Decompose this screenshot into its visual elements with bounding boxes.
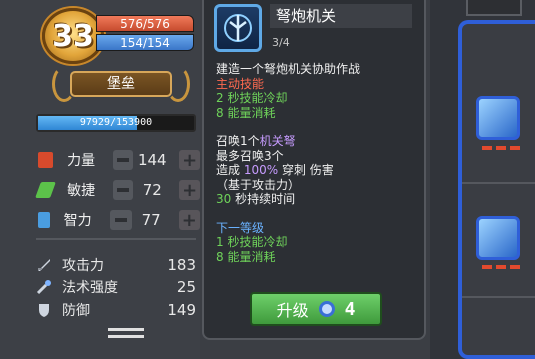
- max-summon-line: 最多召唤3个: [216, 148, 284, 163]
- description-line: 建造一个弩炮机关协助作战: [216, 62, 361, 76]
- combat-row-magic: 法术强度 25: [36, 276, 196, 297]
- stat-value: 77: [141, 211, 161, 229]
- stat-value: 144: [137, 151, 167, 169]
- upgrade-label: 升级: [276, 301, 309, 320]
- xp-bar: 97929/153900: [36, 114, 196, 132]
- divider: [36, 238, 196, 240]
- gem-icon: [318, 301, 335, 317]
- skill-slot-pips: [482, 146, 520, 150]
- energy-line: 8 能量消耗: [216, 105, 276, 120]
- stat-name: 力量: [67, 153, 96, 169]
- sword-icon: [38, 258, 50, 271]
- combat-stat-value: 25: [176, 277, 196, 296]
- skill-slot-icon[interactable]: [476, 216, 520, 260]
- upgrade-button[interactable]: 升级 4: [250, 292, 382, 326]
- summon-target: 机关弩: [259, 134, 296, 148]
- upgrade-cost: 4: [344, 298, 356, 320]
- skill-slot-pips: [482, 265, 520, 269]
- skill-list-frame: [458, 20, 535, 359]
- combat-stat-name: 防御: [62, 302, 90, 319]
- mp-bar: 154/154: [96, 34, 194, 51]
- stat-value: 72: [142, 181, 162, 199]
- increase-button[interactable]: +: [179, 150, 201, 171]
- increase-button[interactable]: +: [178, 210, 201, 231]
- cooldown-line: 2 秒技能冷却: [216, 91, 288, 105]
- hp-bar: 576/576: [96, 15, 194, 32]
- combat-row-defense: 防御 149: [36, 299, 196, 320]
- scroll-down-icon[interactable]: [108, 328, 144, 338]
- stat-name: 智力: [63, 213, 92, 229]
- combat-stat-value: 149: [167, 300, 196, 319]
- damage-line: 造成 100% 穿刺 伤害: [216, 163, 334, 177]
- skill-type: 主动技能: [216, 76, 265, 91]
- divider: [462, 182, 535, 184]
- next-energy-line: 8 能量消耗: [216, 249, 276, 264]
- fist-icon: [38, 152, 54, 168]
- decrease-button[interactable]: [112, 150, 134, 170]
- wand-icon: [36, 279, 51, 294]
- duration-line: 30 秒持续时间: [216, 192, 296, 206]
- skill-tooltip: 弩炮机关 3/4 建造一个弩炮机关协助作战 主动技能 2 秒技能冷却 8 能量消…: [202, 0, 426, 340]
- feather-icon: [35, 182, 57, 198]
- based-on-line: （基于攻击力）: [216, 177, 301, 192]
- level-number: 33: [52, 18, 94, 54]
- combat-stat-value: 183: [167, 255, 196, 274]
- xp-text: 97929/153900: [79, 117, 153, 128]
- increase-button[interactable]: +: [179, 180, 201, 201]
- skill-title: 弩炮机关: [270, 4, 412, 28]
- next-cooldown-line: 1 秒技能冷却: [216, 235, 288, 249]
- character-stats-panel: 33 576/576 154/154 堡垒 97929/153900 力量 14…: [0, 0, 201, 359]
- stat-row-strength: 力量 144 +: [38, 149, 201, 171]
- next-level-label: 下一等级: [216, 220, 265, 235]
- crossbow-turret-icon: [214, 4, 262, 52]
- stat-row-intelligence: 智力 77 +: [38, 209, 201, 231]
- summon-line: 召唤1个机关弩: [216, 134, 296, 148]
- shield-icon: [39, 303, 49, 317]
- book-icon: [38, 212, 50, 228]
- skill-level: 3/4: [272, 36, 290, 49]
- decrease-button[interactable]: [112, 180, 134, 200]
- divider: [462, 296, 535, 298]
- skill-slot-icon[interactable]: [476, 96, 520, 140]
- combat-stat-name: 法术强度: [62, 279, 118, 296]
- stat-name: 敏捷: [67, 183, 96, 199]
- decrease-button[interactable]: [110, 210, 132, 230]
- stat-row-agility: 敏捷 72 +: [35, 179, 201, 201]
- title-button[interactable]: 堡垒: [70, 71, 172, 97]
- combat-row-attack: 攻击力 183: [36, 254, 196, 275]
- top-tab[interactable]: [466, 0, 522, 16]
- combat-stat-name: 攻击力: [62, 257, 104, 274]
- level-badge: 33: [42, 8, 104, 64]
- skill-description: 建造一个弩炮机关协助作战 主动技能 2 秒技能冷却 8 能量消耗 召唤1个机关弩…: [216, 62, 424, 264]
